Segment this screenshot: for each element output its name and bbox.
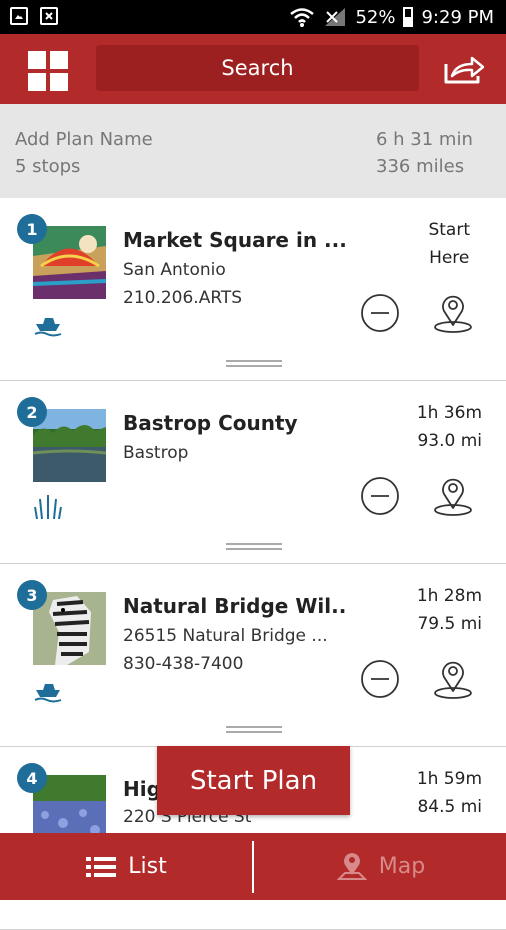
stop-time: 1h 36m bbox=[416, 403, 482, 423]
stop-start-label: Start Here bbox=[428, 216, 470, 272]
image-notification-icon bbox=[10, 7, 28, 25]
stop-travel-info: 1h 59m 84.5 mi bbox=[417, 765, 482, 821]
stop-time: Start bbox=[428, 220, 470, 240]
stop-city: Bastrop bbox=[123, 443, 189, 463]
remove-stop-icon[interactable] bbox=[360, 659, 400, 699]
boat-icon bbox=[34, 684, 62, 703]
stop-number-badge: 1 bbox=[17, 214, 47, 244]
map-pin-icon[interactable] bbox=[432, 291, 474, 335]
stop-time: 1h 59m bbox=[416, 769, 482, 789]
remove-stop-icon[interactable] bbox=[360, 476, 400, 516]
file-notification-icon bbox=[40, 7, 58, 25]
stop-travel-info: 1h 36m 93.0 mi bbox=[417, 399, 482, 455]
stop-row[interactable]: 2 Bastrop County Bastrop 1h 36m 93.0 mi bbox=[0, 381, 506, 564]
total-duration: 6 h 31 min bbox=[376, 129, 473, 150]
stop-title: Hig bbox=[123, 777, 161, 801]
stop-number-badge: 2 bbox=[17, 397, 47, 427]
boat-icon bbox=[34, 318, 62, 337]
stop-distance: 84.5 mi bbox=[417, 797, 482, 817]
remove-stop-icon[interactable] bbox=[360, 293, 400, 333]
map-pin-icon[interactable] bbox=[432, 474, 474, 518]
stop-address: 26515 Natural Bridge ... bbox=[123, 626, 328, 646]
plan-name-field[interactable]: Add Plan Name bbox=[15, 126, 153, 153]
map-marker-icon bbox=[336, 852, 367, 880]
tab-list-label: List bbox=[128, 854, 167, 879]
tab-list[interactable]: List bbox=[0, 833, 253, 900]
stop-distance: Here bbox=[429, 248, 470, 268]
stop-phone[interactable]: 210.206.ARTS bbox=[123, 288, 242, 308]
stop-title: Market Square in ... bbox=[123, 228, 347, 252]
stop-time: 1h 28m bbox=[416, 586, 482, 606]
drag-handle[interactable] bbox=[226, 360, 282, 368]
stop-number-badge: 4 bbox=[17, 763, 47, 793]
drag-handle[interactable] bbox=[226, 543, 282, 551]
stop-travel-info: 1h 28m 79.5 mi bbox=[417, 582, 482, 638]
wifi-icon bbox=[290, 8, 315, 27]
stop-row[interactable]: 1 Market Square in ... San Antonio 210.2… bbox=[0, 198, 506, 381]
menu-grid-icon[interactable] bbox=[28, 51, 68, 91]
stop-phone[interactable]: 830-438-7400 bbox=[123, 654, 243, 674]
clock: 9:29 PM bbox=[421, 6, 494, 28]
plan-summary: Add Plan Name 5 stops 6 h 31 min 336 mil… bbox=[0, 104, 506, 198]
stop-title: Natural Bridge Wil.. bbox=[123, 594, 347, 618]
battery-percent: 52% bbox=[355, 6, 396, 28]
map-pin-icon[interactable] bbox=[432, 657, 474, 701]
drag-handle[interactable] bbox=[226, 726, 282, 734]
battery-icon bbox=[403, 7, 414, 27]
app-bar: Search bbox=[0, 34, 506, 104]
tab-map[interactable]: Map bbox=[256, 833, 506, 900]
stop-title: Bastrop County bbox=[123, 411, 298, 435]
share-icon[interactable] bbox=[442, 52, 486, 86]
tab-divider bbox=[252, 841, 254, 893]
stop-number-badge: 3 bbox=[17, 580, 47, 610]
stop-distance: 79.5 mi bbox=[417, 614, 482, 634]
stops-count: 5 stops bbox=[15, 156, 81, 177]
start-plan-button[interactable]: Start Plan bbox=[157, 746, 350, 815]
bottom-tab-bar: List Map bbox=[0, 833, 506, 900]
stop-row[interactable]: 3 Natural Bridge Wil.. 26515 Natural Bri… bbox=[0, 564, 506, 747]
status-bar: 52% 9:29 PM bbox=[0, 0, 506, 34]
stop-distance: 93.0 mi bbox=[417, 431, 482, 451]
tab-map-label: Map bbox=[378, 854, 426, 879]
list-icon bbox=[86, 856, 117, 877]
total-distance: 336 miles bbox=[376, 156, 465, 177]
search-button[interactable]: Search bbox=[96, 45, 419, 91]
signal-icon bbox=[325, 8, 346, 26]
reeds-icon bbox=[34, 495, 62, 520]
stop-city: San Antonio bbox=[123, 260, 226, 280]
